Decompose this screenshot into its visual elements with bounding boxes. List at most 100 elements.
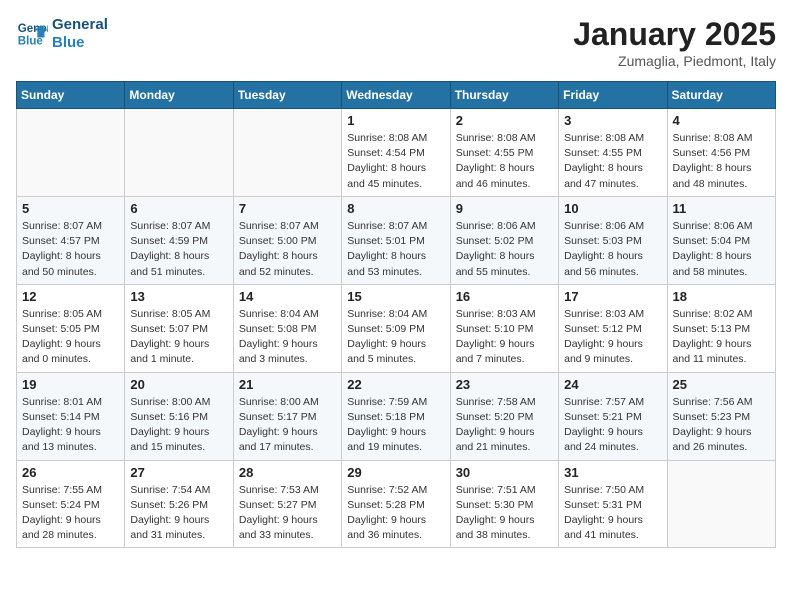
calendar-cell: 8Sunrise: 8:07 AM Sunset: 5:01 PM Daylig… [342,196,450,284]
day-info: Sunrise: 8:00 AM Sunset: 5:16 PM Dayligh… [130,395,227,456]
day-header-thursday: Thursday [450,82,558,109]
day-number: 4 [673,113,770,128]
day-info: Sunrise: 7:51 AM Sunset: 5:30 PM Dayligh… [456,483,553,544]
day-number: 14 [239,289,336,304]
day-info: Sunrise: 7:50 AM Sunset: 5:31 PM Dayligh… [564,483,661,544]
calendar-title: January 2025 [573,16,776,53]
day-info: Sunrise: 8:07 AM Sunset: 5:01 PM Dayligh… [347,219,444,280]
logo-icon: General Blue [16,18,48,50]
day-info: Sunrise: 8:06 AM Sunset: 5:02 PM Dayligh… [456,219,553,280]
day-number: 3 [564,113,661,128]
calendar-cell: 14 Sunrise: 8:04 AM Sunset: 5:08 PM Dayli… [233,284,341,372]
day-header-saturday: Saturday [667,82,775,109]
calendar-cell [233,109,341,197]
day-info: Sunrise: 8:04 AM Sunset: 5:09 PM Dayligh… [347,307,444,368]
day-number: 31 [564,465,661,480]
calendar-cell: 17Sunrise: 8:03 AM Sunset: 5:12 PM Dayli… [559,284,667,372]
calendar-cell: 20 Sunrise: 8:00 AM Sunset: 5:16 PM Dayli… [125,372,233,460]
calendar-table: SundayMondayTuesdayWednesdayThursdayFrid… [16,81,776,548]
day-number: 13 [130,289,227,304]
day-info: Sunrise: 8:01 AM Sunset: 5:14 PM Dayligh… [22,395,119,456]
day-number: 9 [456,201,553,216]
day-info: Sunrise: 8:08 AM Sunset: 4:54 PM Dayligh… [347,131,444,192]
calendar-cell: 30 Sunrise: 7:51 AM Sunset: 5:30 PM Dayli… [450,460,558,548]
title-block: January 2025 Zumaglia, Piedmont, Italy [573,16,776,69]
calendar-cell: 21Sunrise: 8:00 AM Sunset: 5:17 PM Dayli… [233,372,341,460]
calendar-body: 1 Sunrise: 8:08 AM Sunset: 4:54 PM Daylig… [17,109,776,548]
day-info: Sunrise: 8:02 AM Sunset: 5:13 PM Dayligh… [673,307,770,368]
day-number: 7 [239,201,336,216]
day-number: 2 [456,113,553,128]
day-info: Sunrise: 7:54 AM Sunset: 5:26 PM Dayligh… [130,483,227,544]
calendar-cell: 23Sunrise: 7:58 AM Sunset: 5:20 PM Dayli… [450,372,558,460]
calendar-cell: 5Sunrise: 8:07 AM Sunset: 4:57 PM Daylig… [17,196,125,284]
day-info: Sunrise: 8:06 AM Sunset: 5:03 PM Dayligh… [564,219,661,280]
day-header-monday: Monday [125,82,233,109]
day-number: 18 [673,289,770,304]
calendar-cell: 29Sunrise: 7:52 AM Sunset: 5:28 PM Dayli… [342,460,450,548]
day-info: Sunrise: 8:06 AM Sunset: 5:04 PM Dayligh… [673,219,770,280]
page-header: General Blue General Blue January 2025 Z… [16,16,776,69]
day-number: 30 [456,465,553,480]
calendar-cell [667,460,775,548]
calendar-cell: 10 Sunrise: 8:06 AM Sunset: 5:03 PM Dayli… [559,196,667,284]
day-number: 20 [130,377,227,392]
calendar-cell: 4 Sunrise: 8:08 AM Sunset: 4:56 PM Daylig… [667,109,775,197]
day-info: Sunrise: 8:08 AM Sunset: 4:56 PM Dayligh… [673,131,770,192]
calendar-cell: 3Sunrise: 8:08 AM Sunset: 4:55 PM Daylig… [559,109,667,197]
calendar-cell: 16 Sunrise: 8:03 AM Sunset: 5:10 PM Dayli… [450,284,558,372]
day-number: 16 [456,289,553,304]
calendar-cell: 22 Sunrise: 7:59 AM Sunset: 5:18 PM Dayli… [342,372,450,460]
calendar-cell: 15 Sunrise: 8:04 AM Sunset: 5:09 PM Dayli… [342,284,450,372]
day-info: Sunrise: 8:07 AM Sunset: 4:57 PM Dayligh… [22,219,119,280]
day-header-tuesday: Tuesday [233,82,341,109]
calendar-cell: 2 Sunrise: 8:08 AM Sunset: 4:55 PM Daylig… [450,109,558,197]
day-number: 17 [564,289,661,304]
calendar-cell: 12Sunrise: 8:05 AM Sunset: 5:05 PM Dayli… [17,284,125,372]
calendar-cell [125,109,233,197]
logo-line1: General [52,16,108,34]
day-info: Sunrise: 8:05 AM Sunset: 5:07 PM Dayligh… [130,307,227,368]
day-number: 15 [347,289,444,304]
day-number: 11 [673,201,770,216]
day-header-wednesday: Wednesday [342,82,450,109]
calendar-cell: 25 Sunrise: 7:56 AM Sunset: 5:23 PM Dayli… [667,372,775,460]
day-info: Sunrise: 7:56 AM Sunset: 5:23 PM Dayligh… [673,395,770,456]
day-info: Sunrise: 7:57 AM Sunset: 5:21 PM Dayligh… [564,395,661,456]
day-number: 10 [564,201,661,216]
day-number: 29 [347,465,444,480]
day-info: Sunrise: 7:58 AM Sunset: 5:20 PM Dayligh… [456,395,553,456]
day-info: Sunrise: 8:00 AM Sunset: 5:17 PM Dayligh… [239,395,336,456]
day-number: 24 [564,377,661,392]
day-number: 27 [130,465,227,480]
logo-line2: Blue [52,34,108,52]
day-header-sunday: Sunday [17,82,125,109]
calendar-week-4: 19Sunrise: 8:01 AM Sunset: 5:14 PM Dayli… [17,372,776,460]
calendar-subtitle: Zumaglia, Piedmont, Italy [573,53,776,69]
day-info: Sunrise: 8:08 AM Sunset: 4:55 PM Dayligh… [456,131,553,192]
day-number: 1 [347,113,444,128]
day-info: Sunrise: 7:59 AM Sunset: 5:18 PM Dayligh… [347,395,444,456]
calendar-cell: 26 Sunrise: 7:55 AM Sunset: 5:24 PM Dayli… [17,460,125,548]
calendar-cell: 27 Sunrise: 7:54 AM Sunset: 5:26 PM Dayli… [125,460,233,548]
calendar-cell: 13 Sunrise: 8:05 AM Sunset: 5:07 PM Dayli… [125,284,233,372]
calendar-cell: 19Sunrise: 8:01 AM Sunset: 5:14 PM Dayli… [17,372,125,460]
calendar-cell: 24 Sunrise: 7:57 AM Sunset: 5:21 PM Dayli… [559,372,667,460]
day-number: 26 [22,465,119,480]
calendar-week-5: 26 Sunrise: 7:55 AM Sunset: 5:24 PM Dayli… [17,460,776,548]
day-number: 22 [347,377,444,392]
day-info: Sunrise: 8:07 AM Sunset: 4:59 PM Dayligh… [130,219,227,280]
day-info: Sunrise: 8:03 AM Sunset: 5:10 PM Dayligh… [456,307,553,368]
calendar-week-2: 5Sunrise: 8:07 AM Sunset: 4:57 PM Daylig… [17,196,776,284]
logo: General Blue General Blue [16,16,108,52]
calendar-cell: 1 Sunrise: 8:08 AM Sunset: 4:54 PM Daylig… [342,109,450,197]
day-number: 25 [673,377,770,392]
calendar-cell: 18 Sunrise: 8:02 AM Sunset: 5:13 PM Dayli… [667,284,775,372]
calendar-cell [17,109,125,197]
calendar-cell: 11 Sunrise: 8:06 AM Sunset: 5:04 PM Dayli… [667,196,775,284]
day-info: Sunrise: 8:04 AM Sunset: 5:08 PM Dayligh… [239,307,336,368]
day-header-friday: Friday [559,82,667,109]
day-info: Sunrise: 7:55 AM Sunset: 5:24 PM Dayligh… [22,483,119,544]
day-number: 12 [22,289,119,304]
day-number: 6 [130,201,227,216]
